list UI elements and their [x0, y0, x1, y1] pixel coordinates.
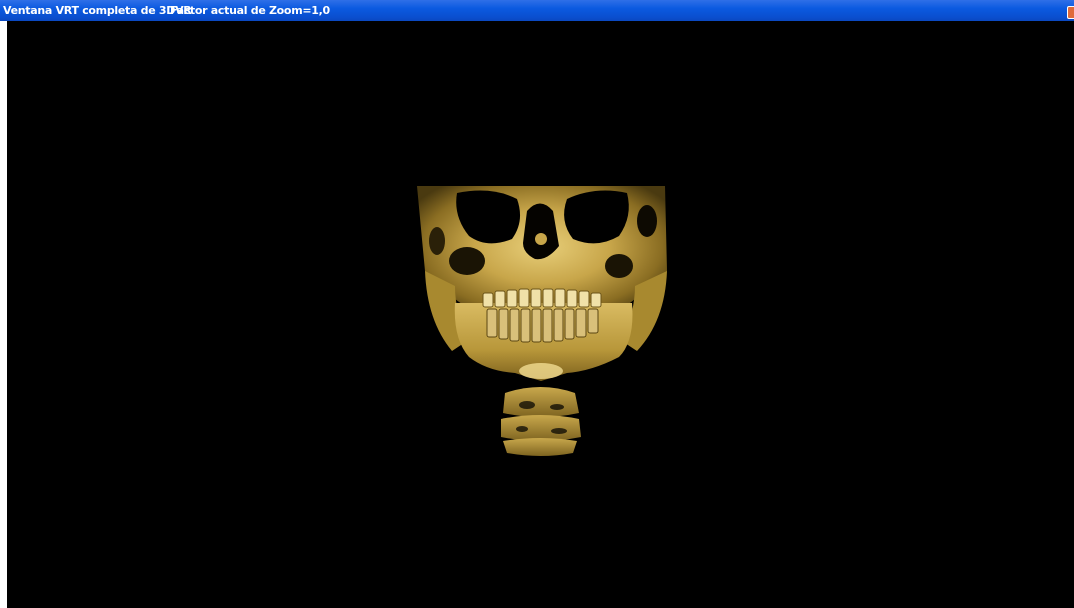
- 3d-viewport[interactable]: [7, 21, 1074, 608]
- close-button[interactable]: [1067, 6, 1074, 19]
- zoom-factor-status: Factor actual de Zoom=1,0: [170, 4, 330, 17]
- vrt-window: Ventana VRT completa de 3DVR Factor actu…: [0, 0, 1074, 608]
- title-bar[interactable]: Ventana VRT completa de 3DVR Factor actu…: [0, 0, 1074, 21]
- window-left-border: [0, 21, 7, 608]
- window-title: Ventana VRT completa de 3DVR: [3, 4, 192, 17]
- skull-3d-render-icon[interactable]: [7, 21, 1074, 608]
